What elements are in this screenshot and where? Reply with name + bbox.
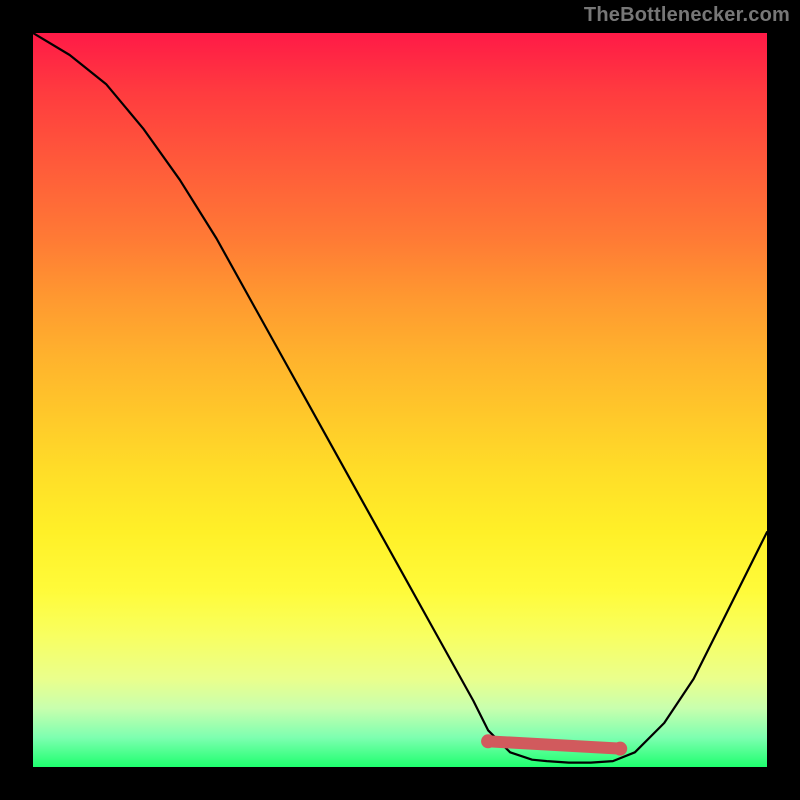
plot-area xyxy=(33,33,767,767)
chart-outer: TheBottleneсker.com xyxy=(0,0,800,800)
optimal-range-dot xyxy=(481,734,495,748)
bottleneck-curve xyxy=(33,33,767,763)
optimal-range-dot xyxy=(613,742,627,756)
curve-overlay xyxy=(33,33,767,767)
watermark-text: TheBottleneсker.com xyxy=(584,4,790,27)
optimal-range-segment xyxy=(488,741,620,748)
